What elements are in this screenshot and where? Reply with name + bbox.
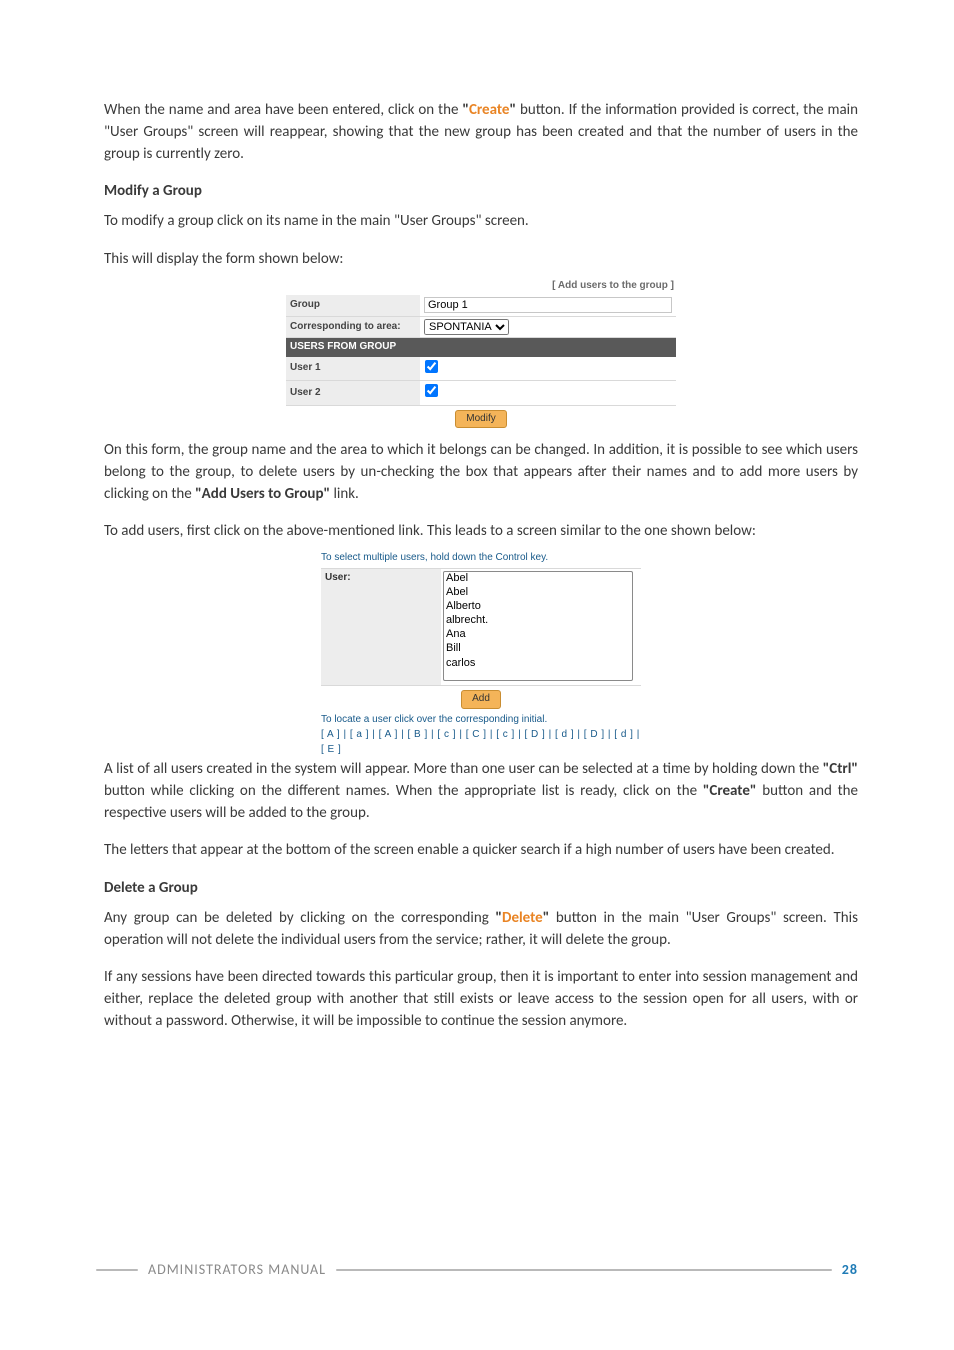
paragraph: A list of all users created in the syste…: [104, 759, 858, 824]
area-label: Corresponding to area:: [286, 316, 420, 338]
delete-label: Delete: [502, 909, 543, 927]
user-row-label: User 1: [286, 357, 420, 381]
user-multi-select[interactable]: AbelAbelAlbertoalbrecht.AnaBillcarlos: [443, 571, 633, 681]
footer-line: [96, 1269, 138, 1271]
group-name-input[interactable]: [424, 297, 672, 313]
paragraph: To add users, first click on the above-m…: [104, 521, 858, 543]
footer-title: ADMINISTRATORS MANUAL: [148, 1260, 326, 1280]
multi-select-hint: To select multiple users, hold down the …: [321, 551, 641, 566]
text: Any group can be deleted by clicking on …: [104, 909, 495, 927]
add-users-to-group-link[interactable]: [ Add users to the group ]: [286, 279, 676, 294]
page-number: 28: [842, 1260, 858, 1280]
user-row-checkbox[interactable]: [425, 384, 438, 397]
add-button[interactable]: Add: [461, 690, 501, 709]
paragraph: This will display the form shown below:: [104, 249, 858, 271]
locate-user-hint: To locate a user click over the correspo…: [321, 713, 641, 728]
text: A list of all users created in the syste…: [104, 760, 823, 778]
text: "Create": [703, 782, 757, 800]
paragraph: When the name and area have been entered…: [104, 100, 858, 165]
text: When the name and area have been entered…: [104, 101, 462, 119]
page-footer: ADMINISTRATORS MANUAL 28: [96, 1260, 858, 1280]
user-list-label: User:: [321, 569, 441, 686]
paragraph: Any group can be deleted by clicking on …: [104, 908, 858, 952]
heading-delete-group: Delete a Group: [104, 878, 858, 900]
users-from-group-header: USERS FROM GROUP: [286, 338, 676, 357]
paragraph: The letters that appear at the bottom of…: [104, 840, 858, 862]
paragraph: On this form, the group name and the are…: [104, 440, 858, 505]
modify-button[interactable]: Modify: [455, 410, 506, 429]
text: link.: [330, 485, 359, 503]
initial-letter-links[interactable]: [ A ] | [ a ] | [ A ] | [ B ] | [ c ] | …: [321, 728, 641, 757]
text: "Delete": [495, 909, 549, 927]
group-label: Group: [286, 295, 420, 316]
create-label: Create: [469, 101, 510, 119]
user-row-label: User 2: [286, 381, 420, 406]
text: "Create": [462, 101, 516, 119]
footer-line: [336, 1269, 832, 1271]
heading-modify-group: Modify a Group: [104, 181, 858, 203]
paragraph: To modify a group click on its name in t…: [104, 211, 858, 233]
text: "Add Users to Group": [195, 485, 330, 503]
paragraph: If any sessions have been directed towar…: [104, 967, 858, 1032]
area-select[interactable]: SPONTANIA: [424, 319, 509, 335]
add-users-form: To select multiple users, hold down the …: [321, 551, 641, 757]
text: button while clicking on the different n…: [104, 782, 703, 800]
text: "Ctrl": [823, 760, 858, 778]
modify-group-form: [ Add users to the group ] Group Corresp…: [286, 279, 676, 429]
user-row-checkbox[interactable]: [425, 360, 438, 373]
